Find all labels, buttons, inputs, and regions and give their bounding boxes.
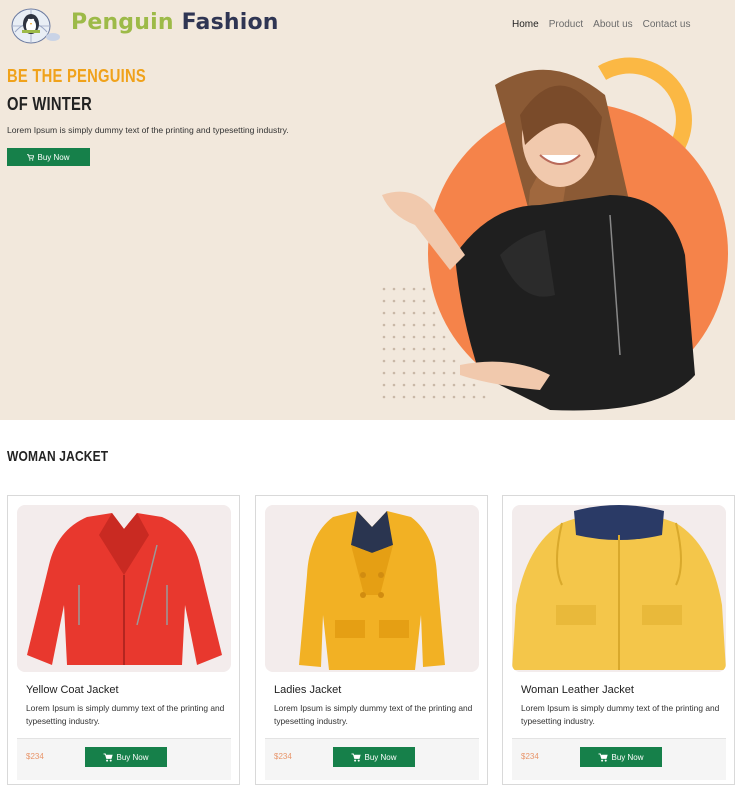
main-nav: Home Product About us Contact us <box>512 19 690 30</box>
hero-buy-now-button[interactable]: Buy Now <box>7 148 90 166</box>
nav-about-us[interactable]: About us <box>593 19 632 30</box>
yellow-rain-jacket-image <box>512 505 726 670</box>
product-image[interactable] <box>512 505 726 672</box>
product-description: Lorem Ipsum is simply dummy text of the … <box>274 703 473 726</box>
product-price: $234 <box>521 752 539 761</box>
product-image[interactable] <box>17 505 231 672</box>
product-footer: $234 Buy Now <box>265 738 479 780</box>
penguin-logo[interactable] <box>7 4 61 46</box>
hero-model-image <box>382 57 728 411</box>
product-card: Woman Leather Jacket Lorem Ipsum is simp… <box>502 495 735 785</box>
product-price: $234 <box>274 752 292 761</box>
hero-buy-now-label: Buy Now <box>37 152 70 162</box>
hero-section: Penguin Fashion Home Product About us Co… <box>0 0 735 420</box>
buy-now-button[interactable]: Buy Now <box>580 747 662 767</box>
brand-word-fashion: Fashion <box>181 10 279 35</box>
buy-now-button[interactable]: Buy Now <box>333 747 415 767</box>
product-description: Lorem Ipsum is simply dummy text of the … <box>521 703 720 726</box>
hero-subtext: Lorem Ipsum is simply dummy text of the … <box>7 125 289 135</box>
product-footer: $234 Buy Now <box>17 738 231 780</box>
cart-icon <box>27 153 35 161</box>
nav-contact-us[interactable]: Contact us <box>643 19 691 30</box>
cart-icon <box>351 752 362 762</box>
product-name[interactable]: Yellow Coat Jacket <box>26 684 119 696</box>
red-leather-jacket-image <box>27 513 222 665</box>
brand-name[interactable]: Penguin Fashion <box>71 10 279 35</box>
cart-icon <box>598 752 609 762</box>
buy-now-label: Buy Now <box>116 752 149 762</box>
hero-headline-line2: OF WINTER <box>7 94 93 114</box>
product-description: Lorem Ipsum is simply dummy text of the … <box>26 703 225 726</box>
product-image[interactable] <box>265 505 479 672</box>
brand-word-penguin: Penguin <box>71 10 174 35</box>
product-card: Ladies Jacket Lorem Ipsum is simply dumm… <box>255 495 488 785</box>
product-price: $234 <box>26 752 44 761</box>
product-card: Yellow Coat Jacket Lorem Ipsum is simply… <box>7 495 240 785</box>
yellow-coat-image <box>299 511 445 670</box>
product-footer: $234 Buy Now <box>512 738 726 780</box>
section-title: WOMAN JACKET <box>7 448 109 465</box>
product-name[interactable]: Ladies Jacket <box>274 684 341 696</box>
buy-now-button[interactable]: Buy Now <box>85 747 167 767</box>
cart-icon <box>103 752 114 762</box>
hero-headline-line1: BE THE PENGUINS <box>7 66 147 86</box>
nav-home[interactable]: Home <box>512 19 539 30</box>
nav-product[interactable]: Product <box>549 19 583 30</box>
buy-now-label: Buy Now <box>364 752 397 762</box>
product-name[interactable]: Woman Leather Jacket <box>521 684 634 696</box>
buy-now-label: Buy Now <box>611 752 644 762</box>
